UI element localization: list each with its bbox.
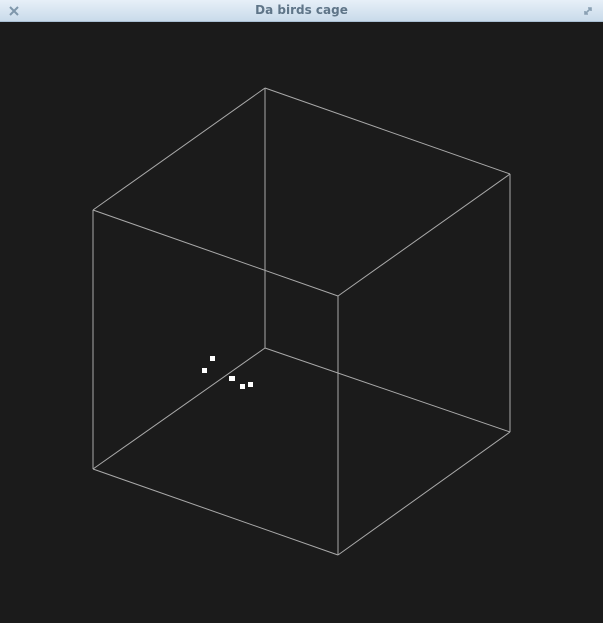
- bird: [202, 368, 207, 373]
- cage-edge: [264, 347, 511, 433]
- window-title: Da birds cage: [255, 3, 348, 17]
- app-window: Da birds cage: [0, 0, 603, 623]
- cage-edge: [264, 87, 511, 175]
- cage-wireframe: [92, 87, 511, 556]
- bird: [210, 356, 215, 361]
- maximize-icon[interactable]: [581, 4, 595, 18]
- cage-edge: [337, 431, 511, 556]
- cage-edge: [337, 173, 511, 297]
- cage-edge: [92, 347, 266, 470]
- bird: [229, 376, 235, 381]
- cage-edge: [92, 468, 339, 556]
- birds: [202, 356, 253, 389]
- cage-edge: [92, 209, 339, 297]
- cage-edge: [92, 87, 266, 211]
- window-titlebar[interactable]: Da birds cage: [0, 0, 603, 22]
- scene-canvas[interactable]: [0, 22, 603, 623]
- bird: [248, 382, 253, 387]
- bird: [240, 384, 245, 389]
